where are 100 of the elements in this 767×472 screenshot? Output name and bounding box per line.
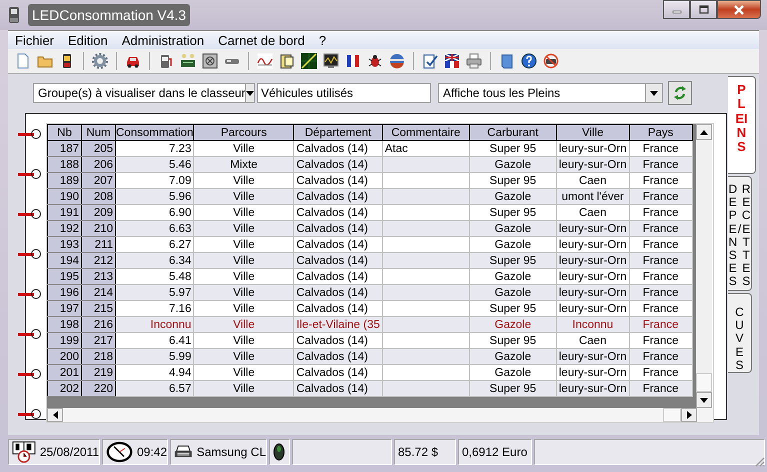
column-header[interactable]: Carburant	[469, 124, 556, 140]
table-cell: 187	[48, 140, 82, 156]
line-chart-icon[interactable]	[301, 53, 317, 69]
left-arrow-icon	[52, 411, 58, 419]
table-cell: 192	[48, 220, 82, 236]
flag-icon[interactable]	[444, 53, 460, 69]
table-cell: 193	[48, 236, 82, 252]
vertical-scrollbar[interactable]	[696, 124, 712, 408]
table-cell: Super 95	[469, 172, 556, 188]
table-cell: Mixte	[194, 156, 294, 172]
table-cell: Calvados (14)	[294, 156, 382, 172]
table-cell: Calvados (14)	[294, 204, 382, 220]
table-cell: leury-sur-Orn	[556, 268, 630, 284]
horizontal-scrollbar[interactable]	[47, 408, 713, 422]
column-header[interactable]: Pays	[629, 124, 692, 140]
window-title: LEDConsommation V4.3	[28, 4, 190, 26]
checklist-icon[interactable]	[422, 53, 438, 69]
menu-item[interactable]: Edition	[61, 32, 115, 48]
column-header[interactable]: Nb	[48, 124, 82, 140]
book-icon[interactable]	[499, 53, 515, 69]
table-cell: Super 95	[469, 380, 556, 396]
table-cell: 211	[82, 236, 116, 252]
column-header[interactable]: Ville	[556, 124, 630, 140]
table-cell: Gazole	[469, 236, 556, 252]
no-car-icon[interactable]	[543, 53, 559, 69]
table-cell: Calvados (14)	[294, 380, 382, 396]
table-cell: 218	[82, 348, 116, 364]
table-cell: 189	[48, 172, 82, 188]
table-cell: 6.90	[116, 204, 194, 220]
status-rate: 0,6912 Euro	[462, 445, 528, 459]
safe-icon[interactable]	[202, 53, 218, 69]
scroll-thumb[interactable]	[663, 408, 681, 422]
board-icon[interactable]	[180, 53, 196, 69]
table-cell: 209	[82, 204, 116, 220]
line-chart-icon[interactable]	[257, 53, 273, 69]
column-header[interactable]: Num	[82, 124, 116, 140]
tab[interactable]: CUVES	[728, 293, 752, 373]
table-cell: France	[629, 220, 692, 236]
input-field[interactable]: Véhicules utilisés	[257, 83, 431, 103]
globe-icon[interactable]	[389, 53, 405, 69]
resize-grip-icon	[753, 455, 765, 467]
table-cell: 210	[82, 220, 116, 236]
tab[interactable]: PLEINS	[728, 76, 756, 174]
printer-name: Samsung CL	[196, 445, 266, 459]
table-cell: Calvados (14)	[294, 188, 382, 204]
table-cell: Calvados (14)	[294, 300, 382, 316]
menu-item[interactable]: Administration	[114, 32, 212, 48]
column-header[interactable]: Consommation	[116, 124, 194, 140]
table-cell: France	[629, 300, 692, 316]
table-cell: 216	[82, 316, 116, 332]
table-cell: Ville	[194, 380, 294, 396]
dropdown[interactable]: Affiche tous les Pleins	[438, 83, 663, 103]
table-cell: 7.16	[116, 300, 194, 316]
table-cell: 5.96	[116, 188, 194, 204]
refresh-button[interactable]	[668, 81, 692, 105]
scroll-up-button[interactable]	[696, 124, 712, 140]
menu-item[interactable]: Fichier	[8, 32, 62, 48]
tab[interactable]: DEPENSES / RECETTES	[728, 176, 752, 291]
table-cell: 7.23	[116, 140, 194, 156]
table-cell: 202	[48, 380, 82, 396]
column-header[interactable]: Commentaire	[382, 124, 470, 140]
table-cell: 191	[48, 204, 82, 220]
table-cell: Ville	[194, 220, 294, 236]
maximize-button[interactable]	[690, 0, 717, 19]
table-cell: Ville	[194, 172, 294, 188]
binder-ring-icon	[18, 168, 42, 180]
menu-item[interactable]: Carnet de bord	[211, 32, 312, 48]
binder-ring-icon	[18, 208, 42, 220]
dropdown[interactable]: Groupe(s) à visualiser dans le classeur	[33, 83, 255, 103]
scroll-down-button[interactable]	[696, 392, 712, 408]
column-header[interactable]: Parcours	[194, 124, 294, 140]
table-cell: France	[629, 172, 692, 188]
help-icon[interactable]	[521, 53, 537, 69]
scroll-right-button[interactable]	[681, 408, 697, 422]
menu-item[interactable]: ?	[312, 32, 334, 48]
table-cell: Super 95	[469, 204, 556, 220]
gear-icon[interactable]	[92, 53, 108, 69]
calendar-icon	[12, 440, 36, 464]
bug-icon[interactable]	[367, 53, 383, 69]
close-button[interactable]	[717, 0, 761, 19]
scroll-left-button[interactable]	[47, 408, 63, 422]
table-cell: 188	[48, 156, 82, 172]
table-cell: 194	[48, 252, 82, 268]
table-cell: Atac	[382, 140, 470, 156]
printer-icon[interactable]	[466, 53, 482, 69]
table-cell: France	[629, 380, 692, 396]
document-icon[interactable]	[15, 53, 31, 69]
table-cell: Super 95	[469, 332, 556, 348]
flag-icon[interactable]	[345, 53, 361, 69]
table-cell: Inconnu	[116, 316, 194, 332]
monitor-chart-icon[interactable]	[323, 53, 339, 69]
table-cell: 7.09	[116, 172, 194, 188]
table-cell: France	[629, 268, 692, 284]
table-cell: 4.94	[116, 364, 194, 380]
scroll-thumb[interactable]	[696, 373, 712, 392]
table-cell: 6.63	[116, 220, 194, 236]
notebook-icon[interactable]	[279, 53, 295, 69]
right-arrow-icon	[686, 411, 692, 419]
column-header[interactable]: Département	[294, 124, 382, 140]
minimize-button[interactable]	[663, 0, 690, 19]
